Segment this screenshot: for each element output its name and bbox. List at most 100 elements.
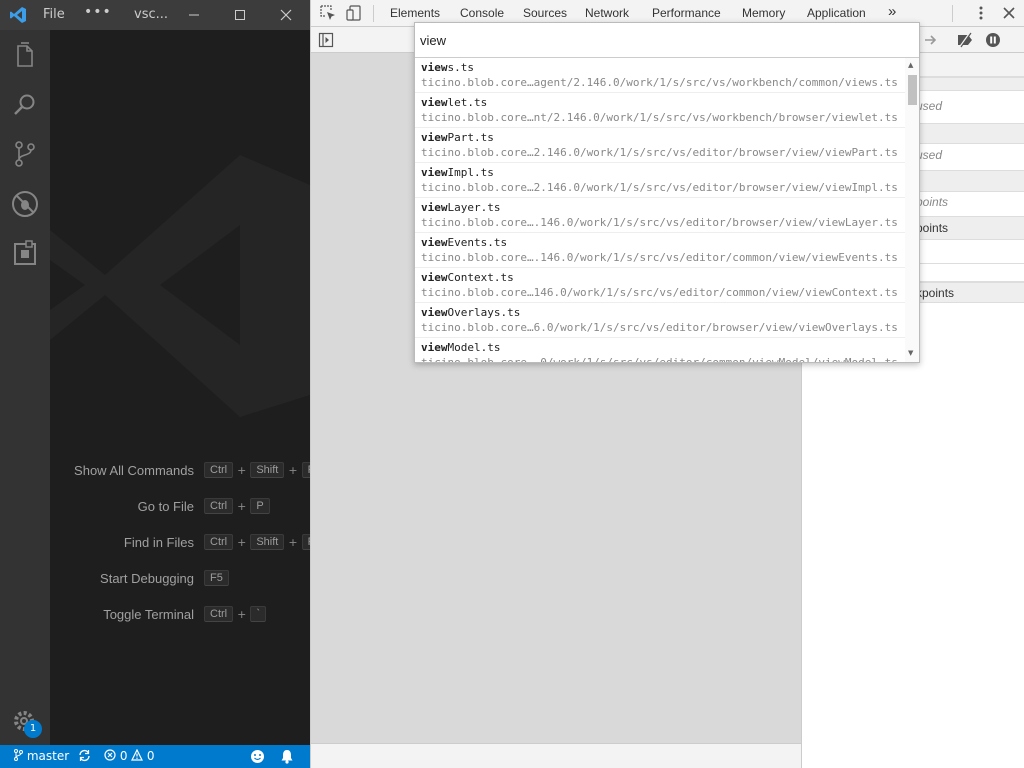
shortcut-label: Toggle Terminal — [103, 606, 194, 622]
shortcut-row: Find in FilesCtrl+Shift+F — [44, 532, 310, 552]
close-devtools-icon[interactable] — [1001, 5, 1017, 21]
source-control-icon[interactable] — [9, 138, 41, 170]
keyboard-key: F5 — [204, 570, 229, 586]
quick-open-result[interactable]: viewImpl.ts ticino.blob.core…2.146.0/work… — [415, 163, 919, 198]
tab-memory[interactable]: Memory — [742, 6, 785, 20]
result-file-path: ticino.blob.core…2.146.0/work/1/s/src/vs… — [421, 146, 898, 159]
result-name-rest: Context.ts — [447, 271, 514, 284]
more-tabs-icon[interactable]: » — [888, 3, 896, 20]
minimize-icon[interactable] — [184, 5, 204, 25]
scroll-down-icon[interactable]: ▼ — [908, 349, 913, 357]
result-match-highlight: view — [421, 201, 448, 214]
menu-file[interactable]: File — [43, 7, 65, 22]
sidebar-status-text: points — [916, 195, 949, 209]
keyboard-key: F — [301, 534, 310, 550]
branch-name: master — [26, 749, 70, 763]
window-title: vsc... — [134, 7, 169, 22]
shortcut-row: Start Debugging F5 — [44, 568, 302, 588]
toggle-navigator-icon[interactable] — [318, 32, 334, 52]
sources-bottom-bar — [311, 743, 801, 768]
explorer-icon[interactable] — [9, 40, 41, 72]
tab-sources[interactable]: Sources — [523, 6, 567, 20]
more-menu-icon[interactable]: ••• — [84, 4, 112, 20]
quick-open-result[interactable]: viewModel.ts ticino.blob.core….0/work/1/s… — [415, 338, 919, 362]
result-file-name: viewlet.ts — [421, 96, 487, 109]
inspect-element-icon[interactable] — [320, 5, 336, 21]
branch-status[interactable]: master — [14, 749, 69, 763]
vscode-title-bar: File ••• vsc... — [0, 0, 310, 30]
result-match-highlight: view — [421, 341, 448, 354]
tab-elements[interactable]: Elements — [390, 6, 440, 20]
quick-open-search-input[interactable] — [415, 23, 895, 57]
feedback-smiley-icon[interactable] — [250, 749, 265, 767]
quick-open-result[interactable]: viewLayer.ts ticino.blob.core….146.0/work… — [415, 198, 919, 233]
result-file-path: ticino.blob.core…146.0/work/1/s/src/vs/e… — [421, 286, 898, 299]
warnings-status[interactable]: 0 — [131, 748, 155, 763]
tab-network[interactable]: Network — [585, 6, 629, 20]
result-file-name: viewImpl.ts — [421, 166, 494, 179]
result-match-highlight: view — [421, 306, 448, 319]
result-match-highlight: view — [421, 61, 448, 74]
tab-performance[interactable]: Performance — [652, 6, 721, 20]
quick-open-scrollbar[interactable]: ▲ ▼ — [905, 58, 919, 362]
key-plus: + — [288, 463, 298, 477]
result-name-rest: Events.ts — [447, 236, 508, 249]
shortcut-keys: F5 — [204, 570, 302, 586]
debug-icon[interactable] — [9, 188, 41, 220]
sync-icon[interactable] — [78, 749, 91, 765]
close-icon[interactable] — [276, 5, 296, 25]
step-icon[interactable] — [923, 32, 939, 52]
key-plus: + — [237, 499, 247, 513]
tab-console[interactable]: Console — [460, 6, 504, 20]
shortcut-keys: Ctrl + ` — [204, 606, 302, 622]
result-name-rest: let.ts — [447, 96, 488, 109]
shortcut-label: Show All Commands — [74, 462, 194, 478]
settings-badge: 1 — [24, 720, 42, 738]
result-file-path: ticino.blob.core….146.0/work/1/s/src/vs/… — [421, 216, 898, 229]
quick-open-result[interactable]: viewPart.ts ticino.blob.core…2.146.0/work… — [415, 128, 919, 163]
maximize-icon[interactable] — [230, 5, 250, 25]
sidebar-status-text: used — [916, 148, 943, 162]
extensions-icon[interactable] — [9, 238, 41, 270]
result-name-rest: Impl.ts — [447, 166, 494, 179]
result-file-name: viewPart.ts — [421, 131, 494, 144]
vscode-logo-icon — [9, 6, 27, 24]
device-toggle-icon[interactable] — [346, 5, 362, 21]
scroll-up-icon[interactable]: ▲ — [908, 61, 913, 69]
deactivate-breakpoints-icon[interactable] — [956, 32, 974, 52]
notifications-bell-icon[interactable] — [280, 749, 294, 767]
customize-menu-icon[interactable] — [973, 5, 989, 21]
result-match-highlight: view — [421, 271, 448, 284]
sidebar-header-text: points — [916, 221, 949, 235]
result-match-highlight: view — [421, 131, 448, 144]
quick-open-result[interactable]: viewlet.ts ticino.blob.core…nt/2.146.0/wo… — [415, 93, 919, 128]
error-icon — [104, 749, 116, 761]
quick-open-result[interactable]: viewEvents.ts ticino.blob.core….146.0/wor… — [415, 233, 919, 268]
key-plus: + — [288, 535, 298, 549]
search-icon[interactable] — [9, 89, 41, 121]
error-count: 0 — [119, 749, 128, 763]
pause-on-exceptions-icon[interactable] — [985, 32, 1001, 52]
quick-open-result[interactable]: views.ts ticino.blob.core…agent/2.146.0/w… — [415, 58, 919, 93]
result-match-highlight: view — [421, 236, 448, 249]
errors-status[interactable]: 0 — [104, 749, 127, 763]
quick-open-dialog: views.tsticino.blob.core…agent/2.146.0/w… — [414, 22, 920, 363]
keyboard-key: Shift — [250, 534, 285, 550]
result-file-name: viewModel.ts — [421, 341, 500, 354]
keyboard-key: Ctrl — [204, 498, 234, 514]
quick-open-result[interactable]: viewOverlays.ts ticino.blob.core…6.0/work… — [415, 303, 919, 338]
result-name-rest: Layer.ts — [447, 201, 501, 214]
branch-icon — [14, 749, 23, 761]
shortcut-label: Start Debugging — [100, 570, 194, 586]
keyboard-key: P — [250, 498, 270, 514]
tab-application[interactable]: Application — [807, 6, 866, 20]
result-name-rest: s.ts — [447, 61, 475, 74]
result-file-path: ticino.blob.core…nt/2.146.0/work/1/s/src… — [421, 111, 898, 124]
quick-open-result[interactable]: viewContext.ts ticino.blob.core…146.0/wor… — [415, 268, 919, 303]
shortcut-row: Go to File Ctrl + P — [44, 496, 302, 516]
scrollbar-thumb[interactable] — [908, 75, 917, 105]
warning-count: 0 — [146, 749, 155, 763]
result-file-path: ticino.blob.core…2.146.0/work/1/s/src/vs… — [421, 181, 898, 194]
keyboard-key: Ctrl — [204, 534, 234, 550]
sidebar-header-text: kpoints — [916, 286, 955, 300]
